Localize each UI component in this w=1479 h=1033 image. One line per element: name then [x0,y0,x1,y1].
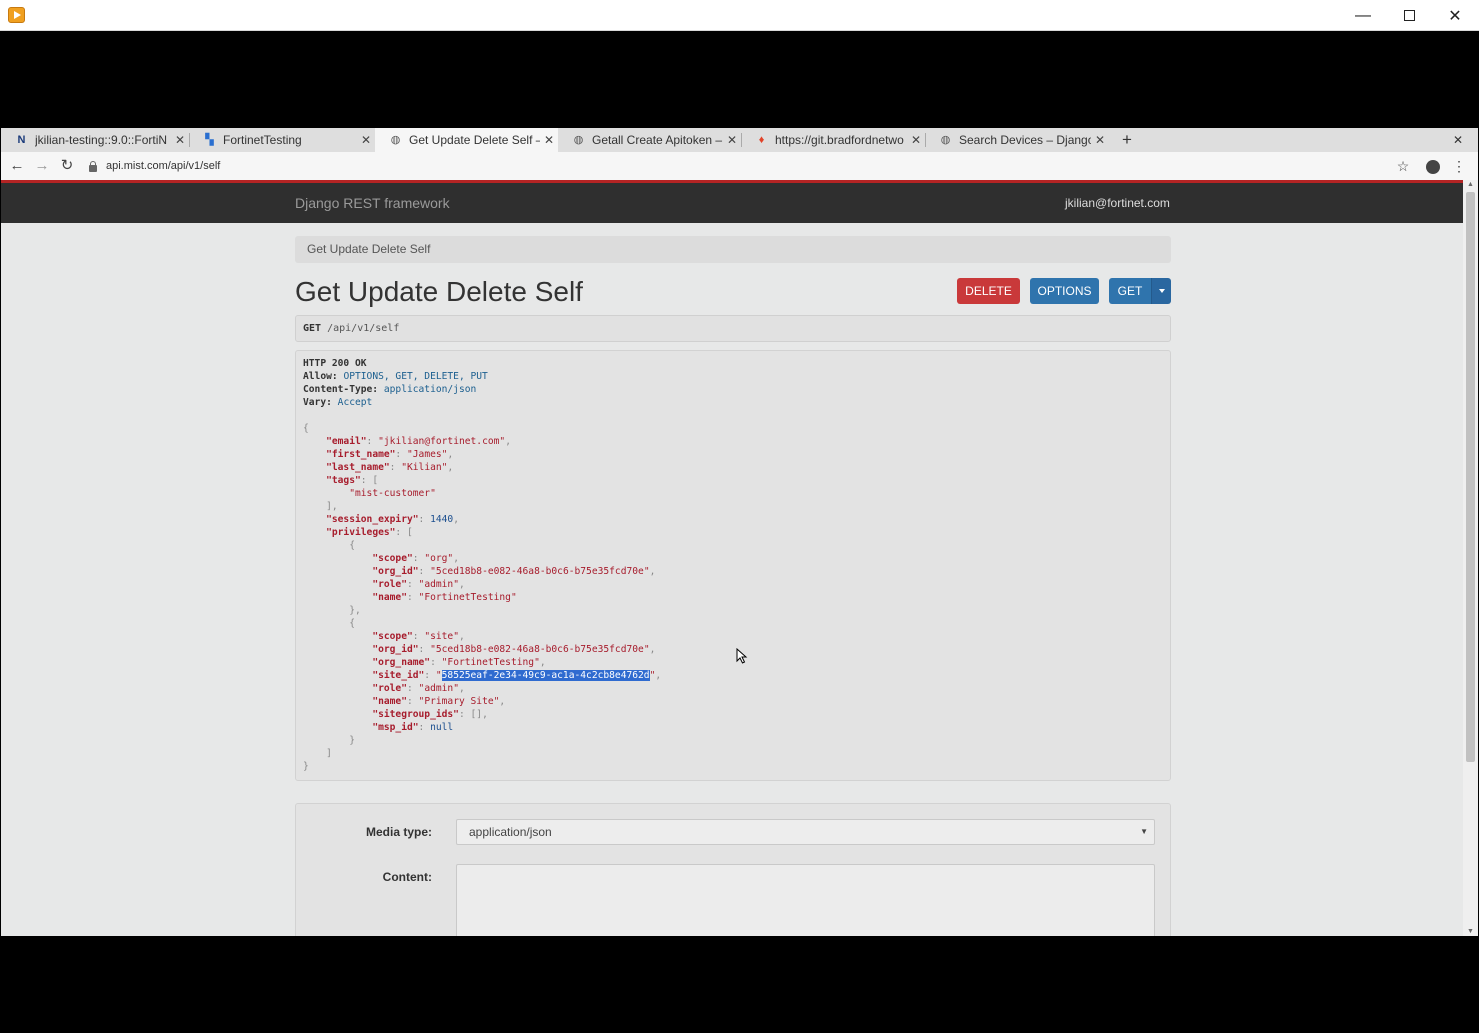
chevron-down-icon [1158,289,1165,293]
tab-title: Get Update Delete Self – I [409,133,540,147]
browser-toolbar: ← → ↻ api.mist.com/api/v1/self ☆ ⋮ [1,152,1478,180]
globe-icon: ◍ [940,133,951,146]
scroll-down-icon[interactable]: ▼ [1466,928,1475,935]
reload-button[interactable]: ↻ [57,156,77,176]
address-bar[interactable]: api.mist.com/api/v1/self [89,156,220,176]
tab-get-update-delete-self[interactable]: ◍ Get Update Delete Self – I ✕ [375,128,558,152]
gitlab-icon: ♦ [758,133,765,146]
tab-title: Search Devices – Django I [959,133,1091,147]
options-button[interactable]: OPTIONS [1030,278,1099,304]
bookmark-star-icon[interactable]: ☆ [1393,156,1413,176]
tab-getall-create-apitoken[interactable]: ◍ Getall Create Apitoken – D ✕ [558,128,741,152]
json-value: 1440 [430,514,454,525]
request-path: /api/v1/self [327,323,400,334]
close-tab-icon[interactable]: ✕ [723,133,741,147]
media-player-icon [8,7,25,23]
json-value: admin [424,579,454,590]
close-tab-icon[interactable]: ✕ [907,133,925,147]
header-value: application/json [383,384,477,395]
forward-button[interactable]: → [32,156,52,176]
json-value: null [430,722,454,733]
dashboard-icon: ▚ [205,133,214,146]
get-button[interactable]: GET [1109,278,1151,304]
netbox-icon: N [17,133,26,146]
tab-gitlab[interactable]: ♦ https://git.bradfordnetwo ✕ [741,128,925,152]
tab-strip: N jkilian-testing::9.0::FortiN ✕ ▚ Forti… [1,128,1478,152]
response-panel: HTTP 200 OK Allow: OPTIONS, GET, DELETE,… [295,350,1171,781]
close-icon[interactable]: ✕ [1449,128,1467,152]
tab-fortinet-testing[interactable]: ▚ FortinetTesting ✕ [189,128,375,152]
response-status: HTTP 200 OK [303,358,367,369]
url-text: api.mist.com/api/v1/self [106,160,221,172]
selected-site-id[interactable]: 58525eaf-2e34-49c9-ac1a-4c2cb8e4762d [441,670,650,681]
chevron-down-icon: ▼ [1140,827,1148,836]
header-name: Content-Type: [303,384,379,395]
header-value: Accept [337,397,373,408]
json-value: Primary Site [424,696,494,707]
navbar: Django REST framework jkilian@fortinet.c… [1,183,1463,223]
json-value: org [430,553,448,564]
maximize-icon [1403,10,1415,21]
raw-data-form: Media type: application/json ▼ Content: [295,803,1171,936]
json-value: FortinetTesting [447,657,535,668]
json-value: James [412,449,442,460]
media-type-value: application/json [469,825,552,839]
tab-title: FortinetTesting [223,133,302,147]
scroll-up-icon[interactable]: ▲ [1466,181,1475,188]
media-type-label: Media type: [365,825,432,839]
user-menu[interactable]: jkilian@fortinet.com [1065,196,1170,210]
json-value: [] [470,709,483,720]
tab-netbox[interactable]: N jkilian-testing::9.0::FortiN ✕ [1,128,189,152]
page-scrollbar[interactable]: ▲ ▼ [1463,180,1478,936]
mouse-cursor-icon [736,648,748,664]
new-tab-button[interactable]: + [1117,128,1137,152]
globe-icon: ◍ [390,133,401,146]
lock-icon [89,160,97,172]
request-method: GET [303,323,322,334]
tab-title: https://git.bradfordnetwo [775,133,904,147]
tab-search-devices[interactable]: ◍ Search Devices – Django I ✕ [925,128,1109,152]
minimize-button[interactable]: — [1340,0,1386,31]
avatar-icon [1426,160,1440,174]
page-content: Django REST framework jkilian@fortinet.c… [1,180,1463,936]
request-info: GET /api/v1/self [295,315,1171,342]
page-title: Get Update Delete Self [295,276,583,307]
json-value: FortinetTesting [424,592,511,603]
json-value: site [430,631,454,642]
menu-button[interactable]: ⋮ [1449,156,1469,176]
close-tab-icon[interactable]: ✕ [171,133,189,147]
scrollbar-thumb[interactable] [1466,192,1475,762]
json-value: 5ced18b8-e082-46a8-b0c6-b75e35fcd70e [435,566,644,577]
close-tab-icon[interactable]: ✕ [357,133,375,147]
close-tab-icon[interactable]: ✕ [1091,133,1109,147]
header-name: Vary: [303,397,332,408]
close-tab-icon[interactable]: ✕ [540,133,558,147]
json-value: mist-customer [355,488,431,499]
json-value: 5ced18b8-e082-46a8-b0c6-b75e35fcd70e [435,644,644,655]
tab-title: Getall Create Apitoken – D [592,133,723,147]
maximize-button[interactable] [1386,0,1432,31]
content-textarea[interactable] [456,864,1155,936]
json-value: jkilian@fortinet.com [383,436,500,447]
brand-link[interactable]: Django REST framework [295,195,450,211]
globe-icon: ◍ [573,133,584,146]
media-type-select[interactable]: application/json ▼ [456,819,1155,845]
content-label: Content: [382,870,432,884]
window-titlebar: — ✕ [0,0,1479,31]
json-value: admin [424,683,454,694]
delete-button[interactable]: DELETE [957,278,1020,304]
back-button[interactable]: ← [7,156,27,176]
close-window-button[interactable]: ✕ [1432,0,1478,31]
header-name: Allow: [303,371,338,382]
get-format-dropdown[interactable] [1151,278,1171,304]
tab-title: jkilian-testing::9.0::FortiN [35,133,168,147]
breadcrumb: Get Update Delete Self [295,236,1171,263]
header-value: OPTIONS, GET, DELETE, PUT [343,371,488,382]
browser-window: N jkilian-testing::9.0::FortiN ✕ ▚ Forti… [1,128,1478,936]
json-value: Kilian [407,462,442,473]
profile-button[interactable] [1423,156,1443,176]
